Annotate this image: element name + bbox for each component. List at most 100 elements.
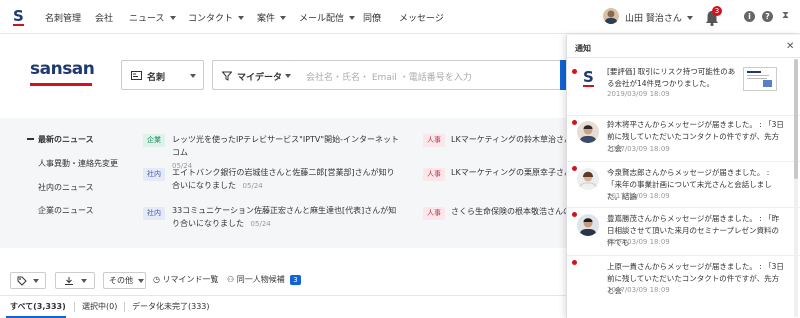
- search-scope-label: マイデータ: [237, 73, 283, 83]
- chevron-down-icon: [686, 16, 693, 20]
- news-item[interactable]: さくら生命保険の根本敬浩さんの役: [451, 205, 566, 218]
- sansan-logo-icon[interactable]: S: [11, 6, 27, 28]
- news-category-companies[interactable]: 企業のニュース: [38, 205, 94, 216]
- news-tag-company: 企業: [143, 134, 165, 147]
- help-icon[interactable]: ?: [762, 11, 773, 22]
- news-tag-personnel: 人事: [423, 207, 445, 220]
- notification-item[interactable]: 上原一貴さんからメッセージが届きました。 : 「3日前に残していただいたコンタク…: [567, 256, 800, 318]
- chevron-down-icon: [238, 16, 245, 20]
- notification-time: 2019/03/09 18:09: [607, 90, 670, 98]
- chevron-down-icon: [169, 16, 176, 20]
- avatar: [577, 168, 599, 190]
- same-person-label: 同一人物候補: [236, 275, 285, 284]
- panel-scrollbar-thumb[interactable]: [794, 59, 798, 179]
- tab-divider: [124, 302, 125, 312]
- panel-divider: [567, 57, 800, 58]
- news-item[interactable]: LKマーケティングの鈴木草治さんの役: [451, 133, 566, 146]
- notification-time: 2017/03/09 18:09: [607, 286, 670, 294]
- nav-news-label: ニュース: [129, 14, 165, 24]
- news-category-personnel[interactable]: 人事異動・連絡先変更: [38, 158, 118, 169]
- other-menu-button[interactable]: その他: [103, 272, 146, 289]
- info-icon[interactable]: i: [744, 11, 755, 22]
- news-item[interactable]: 33コミュニケーション佐藤正宏さんと麻生達也[代表]さんが知り合いになりました …: [172, 204, 397, 231]
- search-type-select[interactable]: 名刺: [121, 60, 204, 90]
- chevron-down-icon: [190, 74, 196, 78]
- tab-all[interactable]: すべて(3,333): [10, 301, 66, 312]
- avatar: [577, 214, 599, 236]
- notification-count-badge: 3: [712, 6, 722, 16]
- nav-contact[interactable]: コンタクト: [188, 11, 245, 24]
- news-item-text: エイトバンク銀行の岩城佳さんと佐藤二郎[営業部]さんが知り合いになりました: [172, 168, 395, 190]
- chevron-down-icon: [138, 279, 144, 283]
- news-item-text: LKマーケティングの鈴木草治さんの役: [451, 135, 566, 144]
- chevron-down-icon: [349, 16, 356, 20]
- other-menu-label: その他: [109, 276, 133, 285]
- reminder-list-label: リマインド一覧: [162, 275, 219, 284]
- close-icon[interactable]: ✕: [786, 41, 794, 52]
- svg-text:S: S: [13, 7, 24, 25]
- unread-dot-icon: [572, 120, 577, 125]
- notification-time: 2017/03/09 18:09: [607, 145, 670, 153]
- business-card-icon: [131, 71, 142, 80]
- list-tabs: すべて(3,333) 選択中(0) データ化未完了(333): [0, 295, 566, 318]
- sansan-logo-icon: S: [583, 68, 594, 87]
- nav-messages[interactable]: メッセージ: [399, 11, 444, 24]
- download-icon: [65, 277, 73, 285]
- svg-text:S: S: [583, 68, 594, 86]
- same-person-candidates-link[interactable]: ⚇ 同一人物候補 3: [227, 274, 301, 285]
- news-item[interactable]: LKマーケティングの栗原幸子さんの: [451, 166, 566, 179]
- tag-menu-button[interactable]: [10, 272, 46, 289]
- tab-divider: [74, 302, 75, 312]
- nav-card-management[interactable]: 名刺管理: [45, 11, 81, 24]
- chevron-down-icon: [81, 279, 87, 283]
- search-input[interactable]: 会社名・氏名・ Email ・電話番号を入力: [296, 60, 562, 90]
- notification-panel-title: 通知: [575, 44, 591, 53]
- nav-colleagues[interactable]: 同僚: [363, 11, 381, 24]
- search-scope-select[interactable]: マイデータ: [212, 60, 297, 90]
- user-name: 山田 賢治さん: [625, 11, 693, 24]
- nav-deals-label: 案件: [257, 14, 276, 24]
- notification-item[interactable]: S [要評価] 取引にリスク持つ可能性のある会社が14件見つかりました。 201…: [567, 61, 800, 123]
- brand-underline: [30, 83, 92, 86]
- tag-icon: [17, 276, 27, 286]
- search-type-label: 名刺: [147, 73, 166, 83]
- download-menu-button[interactable]: [55, 272, 95, 289]
- sansan-brand-logo: sansan: [30, 59, 95, 86]
- chevron-down-icon: [280, 16, 287, 20]
- nav-news[interactable]: ニュース: [129, 11, 176, 24]
- unread-dot-icon: [572, 260, 577, 265]
- avatar: [603, 8, 619, 24]
- news-category-internal[interactable]: 社内のニュース: [38, 182, 94, 193]
- notification-text: [要評価] 取引にリスク持つ可能性のある会社が14件見つかりました。: [607, 67, 736, 88]
- nav-contact-label: コンタクト: [188, 14, 234, 24]
- clock-icon: ◷: [153, 275, 160, 284]
- nav-deals[interactable]: 案件: [257, 11, 287, 24]
- news-tag-internal: 社内: [143, 207, 165, 220]
- news-item-date: 05/24: [242, 182, 263, 190]
- news-item-text: 33コミュニケーション佐藤正宏さんと麻生達也[代表]さんが知り合いになりました: [172, 206, 397, 228]
- chevron-down-icon: [285, 74, 291, 78]
- news-item[interactable]: エイトバンク銀行の岩城佳さんと佐藤二郎[営業部]さんが知り合いになりました 05…: [172, 166, 397, 193]
- active-category-indicator: [27, 138, 34, 140]
- filter-icon: [222, 71, 232, 81]
- people-icon: ⚇: [227, 275, 235, 284]
- tab-digitization-pending[interactable]: データ化未完了(333): [132, 301, 210, 312]
- notification-panel: 通知 ✕ S [要評価] 取引にリスク持つ可能性のある会社が14件見つかりました…: [566, 35, 800, 318]
- news-tag-personnel: 人事: [423, 134, 445, 147]
- hourglass-icon[interactable]: ⧗: [782, 10, 789, 21]
- user-name-label: 山田 賢治さん: [625, 14, 682, 24]
- tab-selected[interactable]: 選択中(0): [82, 301, 117, 312]
- nav-company[interactable]: 会社: [95, 11, 113, 24]
- nav-mail-delivery[interactable]: メール配信: [299, 11, 356, 24]
- reminder-list-link[interactable]: ◷ リマインド一覧: [153, 274, 219, 285]
- news-item-text: LKマーケティングの栗原幸子さんの: [451, 168, 566, 177]
- unread-dot-icon: [572, 69, 577, 74]
- nav-mail-delivery-label: メール配信: [299, 14, 345, 24]
- same-person-count-badge: 3: [290, 275, 301, 285]
- avatar: [577, 121, 599, 143]
- notification-time: 2017/03/09 18:09: [607, 192, 670, 200]
- news-category-latest[interactable]: 最新のニュース: [38, 134, 94, 145]
- news-item-text: レッツ光を使ったIPテレビサービス"IPTV"開始-インターネットコム: [172, 135, 399, 157]
- news-item-date: 05/24: [250, 220, 271, 228]
- brand-wordmark: sansan: [30, 59, 95, 79]
